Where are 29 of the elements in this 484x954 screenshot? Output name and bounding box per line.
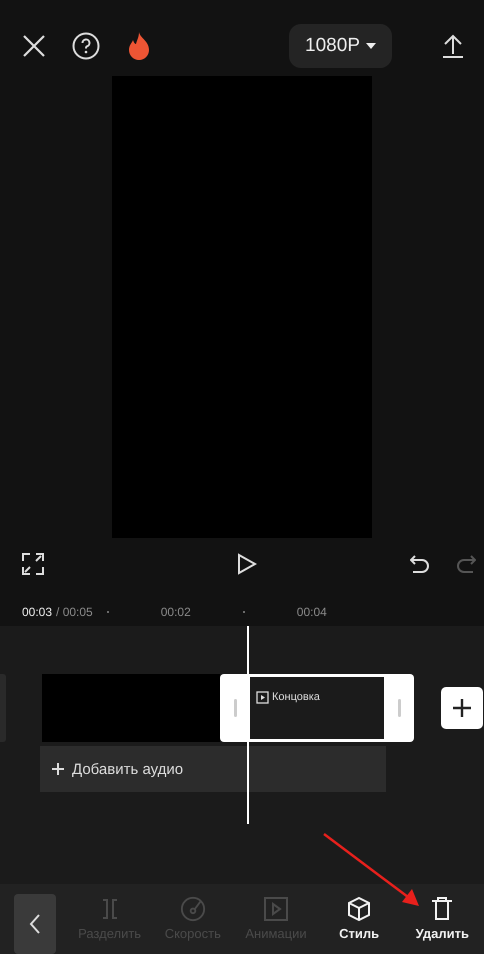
add-clip-button[interactable] <box>441 687 483 729</box>
add-audio-button[interactable]: Добавить аудио <box>40 746 386 792</box>
clip-label: Концовка <box>272 691 320 703</box>
flame-icon[interactable] <box>126 31 152 61</box>
back-button[interactable] <box>14 894 56 954</box>
help-icon[interactable] <box>72 32 100 60</box>
plus-icon <box>453 699 471 717</box>
caret-icon <box>366 43 376 49</box>
play-icon[interactable] <box>237 553 257 575</box>
ruler-time-label: 00:04 <box>296 605 327 619</box>
cube-icon <box>346 896 372 922</box>
current-time: 00:03 <box>22 605 52 619</box>
chevron-left-icon <box>29 913 41 935</box>
video-clip[interactable] <box>42 674 220 742</box>
ruler-time-label: 00:02 <box>160 605 191 619</box>
gauge-icon <box>180 896 206 922</box>
close-icon[interactable] <box>22 34 46 58</box>
resolution-dropdown[interactable]: 1080P <box>289 24 392 68</box>
fullscreen-icon[interactable] <box>22 553 44 575</box>
plus-icon <box>52 763 64 775</box>
redo-icon[interactable] <box>456 554 476 574</box>
export-icon[interactable] <box>442 34 464 58</box>
undo-icon[interactable] <box>410 554 430 574</box>
total-duration: / 00:05 <box>56 605 93 619</box>
selected-clip[interactable]: Концовка <box>220 674 414 742</box>
toolbar-button[interactable]: Стиль <box>319 894 400 941</box>
play-square-icon <box>262 896 289 922</box>
play-square-icon <box>256 691 269 704</box>
toolbar-button[interactable]: Удалить <box>402 894 482 941</box>
